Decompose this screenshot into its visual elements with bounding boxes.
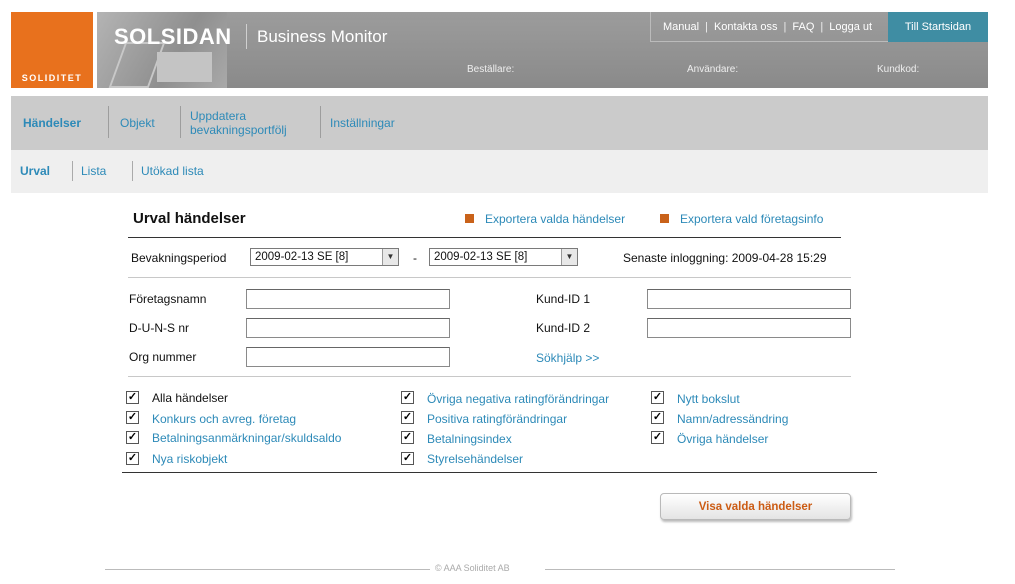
- duns-label: D-U-N-S nr: [129, 321, 189, 335]
- customer-id-1-label: Kund-ID 1: [536, 292, 591, 306]
- sub-nav: Urval Lista Utökad lista: [11, 150, 988, 193]
- footer-divider-right: [545, 569, 895, 570]
- checkbox-other-negative-rating-label[interactable]: Övriga negativa ratingförändringar: [427, 392, 609, 406]
- checkbox-board-events[interactable]: ✓: [401, 452, 414, 465]
- brand-title: SOLSIDAN: [114, 24, 232, 49]
- nav-divider: [108, 106, 109, 138]
- checkbox-name-address-change[interactable]: ✓: [651, 411, 664, 424]
- subnav-divider: [132, 161, 133, 181]
- company-name-input[interactable]: [246, 289, 450, 309]
- export-company-info-link[interactable]: Exportera vald företagsinfo: [660, 212, 823, 226]
- logo-text: SOLIDITET: [21, 73, 83, 83]
- export-events-link[interactable]: Exportera valda händelser: [465, 212, 625, 226]
- title-divider: [128, 237, 841, 238]
- nav-divider: [180, 106, 181, 138]
- dropdown-arrow-icon[interactable]: ▼: [561, 249, 577, 265]
- checkbox-other-negative-rating[interactable]: ✓: [401, 391, 414, 404]
- customer-id-1-input[interactable]: [647, 289, 851, 309]
- period-to-value: 2009-02-13 SE [8]: [434, 251, 528, 263]
- footer-divider-left: [105, 569, 430, 570]
- bullet-square-icon: [660, 214, 669, 223]
- checkbox-payment-index-label[interactable]: Betalningsindex: [427, 432, 512, 446]
- export-events-label: Exportera valda händelser: [485, 212, 626, 226]
- link-separator: |: [783, 20, 787, 33]
- period-to-select[interactable]: 2009-02-13 SE [8] ▼: [429, 248, 578, 266]
- period-from-select[interactable]: 2009-02-13 SE [8] ▼: [250, 248, 399, 266]
- top-links: Manual | Kontakta oss | FAQ | Logga ut: [650, 12, 888, 42]
- orderer-label: Beställare:: [467, 64, 515, 75]
- faq-link[interactable]: FAQ: [792, 21, 814, 33]
- subnav-item-lista[interactable]: Lista: [81, 164, 106, 178]
- duns-input[interactable]: [246, 318, 450, 338]
- checkbox-name-address-change-label[interactable]: Namn/adressändring: [677, 412, 788, 426]
- dropdown-arrow-icon[interactable]: ▼: [382, 249, 398, 265]
- logout-link[interactable]: Logga ut: [829, 21, 872, 33]
- org-number-input[interactable]: [246, 347, 450, 367]
- manual-link[interactable]: Manual: [663, 21, 699, 33]
- checkbox-bankruptcy-label[interactable]: Konkurs och avreg. företag: [152, 412, 296, 426]
- nav-item-handelser[interactable]: Händelser: [23, 96, 81, 150]
- start-page-button[interactable]: Till Startsidan: [888, 12, 988, 42]
- subnav-item-extended-list[interactable]: Utökad lista: [141, 164, 204, 178]
- checkbox-new-risk-objects[interactable]: ✓: [126, 452, 139, 465]
- search-help-link[interactable]: Sökhjälp >>: [536, 351, 599, 365]
- link-separator: |: [705, 20, 708, 33]
- period-from-value: 2009-02-13 SE [8]: [255, 251, 349, 263]
- nav-item-update-portfolio[interactable]: Uppdatera bevakningsportfölj: [190, 96, 305, 150]
- main-nav: Händelser Objekt Uppdatera bevakningspor…: [11, 96, 988, 150]
- banner-graphic-block: [157, 52, 212, 82]
- checkbox-payment-remarks-label[interactable]: Betalningsanmärkningar/skuldsaldo: [152, 431, 341, 445]
- checkbox-all-events[interactable]: ✓: [126, 391, 139, 404]
- checkbox-new-risk-objects-label[interactable]: Nya riskobjekt: [152, 452, 227, 466]
- page-title: Urval händelser: [133, 210, 246, 227]
- product-name: Business Monitor: [257, 27, 388, 46]
- nav-item-objekt[interactable]: Objekt: [120, 96, 155, 150]
- period-divider: [128, 277, 851, 278]
- customer-id-2-label: Kund-ID 2: [536, 321, 591, 335]
- period-label: Bevakningsperiod: [131, 251, 227, 265]
- period-dash: -: [413, 251, 417, 265]
- org-number-label: Org nummer: [129, 350, 197, 364]
- checkbox-bankruptcy[interactable]: ✓: [126, 411, 139, 424]
- link-separator: |: [820, 20, 824, 33]
- contact-link[interactable]: Kontakta oss: [714, 21, 778, 33]
- customer-id-2-input[interactable]: [647, 318, 851, 338]
- fields-divider: [128, 376, 851, 377]
- checkbox-board-events-label[interactable]: Styrelsehändelser: [427, 452, 523, 466]
- checkbox-other-events[interactable]: ✓: [651, 431, 664, 444]
- checkbox-new-annual-report-label[interactable]: Nytt bokslut: [677, 392, 740, 406]
- show-selected-events-button[interactable]: Visa valda händelser: [660, 493, 851, 520]
- checkbox-positive-rating[interactable]: ✓: [401, 411, 414, 424]
- subnav-divider: [72, 161, 73, 181]
- checkbox-payment-index[interactable]: ✓: [401, 431, 414, 444]
- last-login-text: Senaste inloggning: 2009-04-28 15:29: [623, 251, 827, 265]
- brand-divider: [246, 24, 247, 49]
- export-company-label: Exportera vald företagsinfo: [680, 212, 824, 226]
- footer-copyright: © AAA Soliditet AB: [435, 563, 510, 573]
- checkbox-divider: [122, 472, 877, 473]
- checkbox-all-events-label: Alla händelser: [152, 391, 229, 405]
- checkbox-other-events-label[interactable]: Övriga händelser: [677, 432, 768, 446]
- user-label: Användare:: [687, 64, 739, 75]
- subnav-item-urval[interactable]: Urval: [20, 164, 50, 178]
- bullet-square-icon: [465, 214, 474, 223]
- nav-item-installningar[interactable]: Inställningar: [330, 96, 395, 150]
- checkbox-new-annual-report[interactable]: ✓: [651, 391, 664, 404]
- soliditet-logo[interactable]: SOLIDITET: [11, 12, 93, 88]
- company-name-label: Företagsnamn: [129, 292, 207, 306]
- customer-code-label: Kundkod:: [877, 64, 920, 75]
- nav-divider: [320, 106, 321, 138]
- checkbox-positive-rating-label[interactable]: Positiva ratingförändringar: [427, 412, 567, 426]
- checkbox-payment-remarks[interactable]: ✓: [126, 431, 139, 444]
